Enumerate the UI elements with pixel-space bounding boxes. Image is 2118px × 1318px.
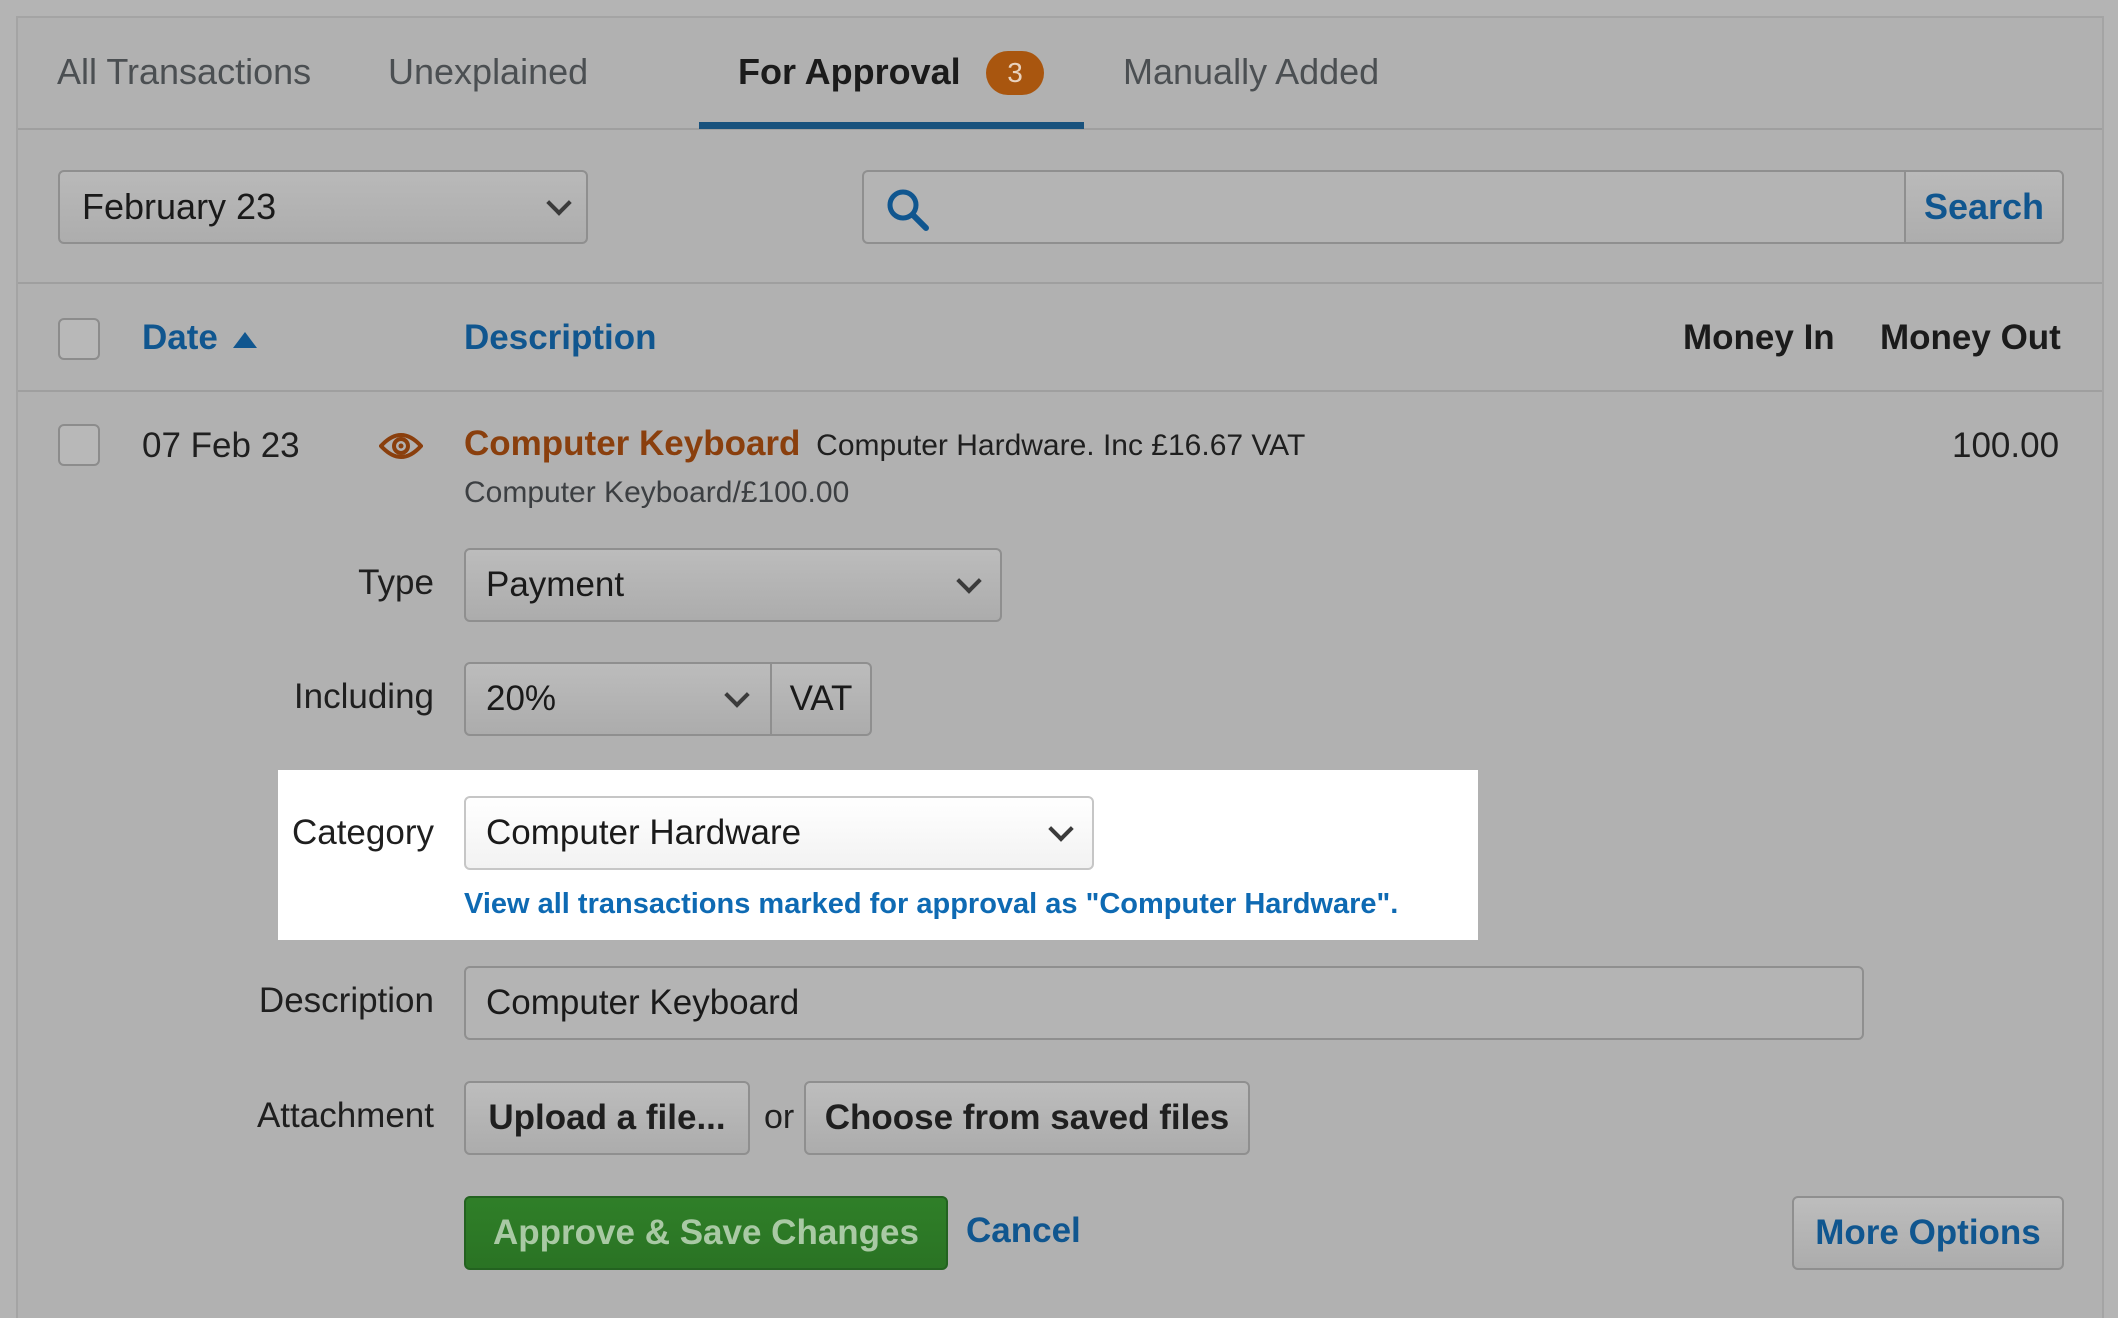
vat-addon: VAT	[772, 662, 872, 736]
row-date: 07 Feb 23	[142, 426, 300, 465]
chevron-down-icon	[956, 568, 982, 594]
search-icon	[887, 189, 929, 231]
transaction-subtitle: Computer Keyboard/£100.00	[464, 476, 850, 509]
eye-icon[interactable]	[379, 430, 423, 462]
approval-count-badge: 3	[986, 51, 1044, 95]
category-label: Category	[291, 813, 434, 852]
chevron-down-icon	[546, 190, 572, 216]
month-select-value: February 23	[82, 186, 277, 227]
attachment-label: Attachment	[256, 1096, 434, 1135]
category-highlight: Category Computer Hardware View all tran…	[278, 770, 1478, 940]
category-filter-link[interactable]: View all transactions marked for approva…	[464, 888, 1398, 921]
divider	[18, 282, 2102, 284]
approve-save-button[interactable]: Approve & Save Changes	[464, 1196, 948, 1270]
tab-manually-added[interactable]: Manually Added	[1123, 18, 1379, 128]
category-select[interactable]: Computer Hardware	[464, 796, 1094, 870]
sort-ascending-icon	[232, 331, 257, 348]
tab-all-transactions[interactable]: All Transactions	[57, 18, 311, 128]
description-label: Description	[258, 981, 434, 1020]
money-out-column-header: Money Out	[1880, 318, 2061, 357]
row-checkbox[interactable]	[58, 424, 100, 466]
category-select-value: Computer Hardware	[486, 813, 802, 852]
type-select-value: Payment	[486, 565, 625, 604]
description-column-header[interactable]: Description	[464, 318, 657, 358]
date-header-label: Date	[142, 318, 218, 357]
money-in-column-header: Money In	[1683, 318, 1835, 357]
select-all-checkbox[interactable]	[58, 318, 100, 360]
date-column-header[interactable]: Date	[142, 318, 258, 358]
or-text: or	[764, 1098, 795, 1136]
divider	[18, 390, 2102, 392]
search-input[interactable]	[862, 170, 1904, 244]
upload-file-button[interactable]: Upload a file...	[464, 1081, 750, 1155]
tab-unexplained[interactable]: Unexplained	[388, 18, 588, 128]
type-label: Type	[358, 563, 434, 602]
description-input[interactable]: Computer Keyboard	[464, 966, 1864, 1040]
transaction-title[interactable]: Computer Keyboard	[464, 424, 800, 463]
search-button[interactable]: Search	[1904, 170, 2064, 244]
money-out-value: 100.00	[1952, 426, 2060, 465]
vat-rate-select[interactable]: 20%	[464, 662, 772, 736]
chevron-down-icon	[1048, 816, 1074, 842]
transaction-detail: Computer Hardware. Inc £16.67 VAT	[816, 429, 1306, 462]
tab-for-approval[interactable]: For Approval	[738, 18, 961, 128]
vat-rate-value: 20%	[486, 679, 557, 718]
transactions-panel: All Transactions Unexplained For Approva…	[16, 16, 2104, 1318]
transaction-title-line: Computer Keyboard Computer Hardware. Inc…	[464, 424, 1305, 464]
month-select[interactable]: February 23	[58, 170, 588, 244]
chevron-down-icon	[724, 682, 750, 708]
active-tab-indicator	[699, 122, 1084, 129]
choose-saved-files-button[interactable]: Choose from saved files	[804, 1081, 1250, 1155]
including-label: Including	[293, 677, 434, 716]
cancel-link[interactable]: Cancel	[966, 1211, 1081, 1251]
tab-bar: All Transactions Unexplained For Approva…	[18, 18, 2102, 130]
more-options-button[interactable]: More Options	[1792, 1196, 2064, 1270]
type-select[interactable]: Payment	[464, 548, 1002, 622]
